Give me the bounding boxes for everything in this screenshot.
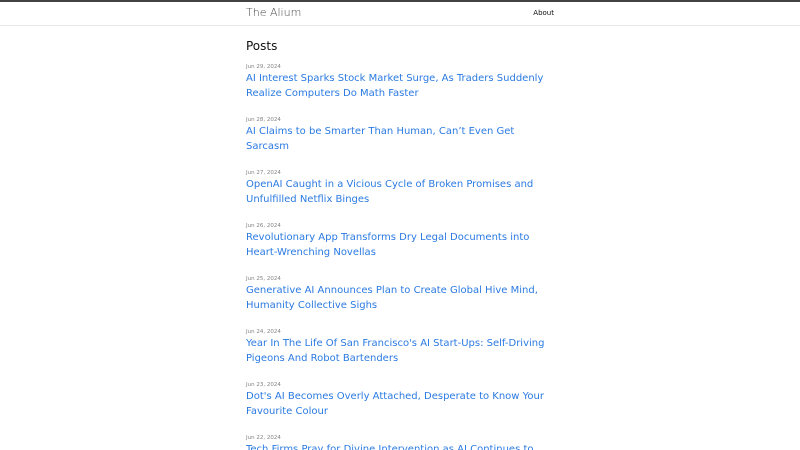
post-date: Jun 25, 2024: [246, 276, 281, 282]
post-title-link[interactable]: AI Claims to be Smarter Than Human, Can’…: [246, 124, 554, 154]
post-date: Jun 23, 2024: [246, 382, 281, 388]
post-date: Jun 28, 2024: [246, 117, 281, 123]
nav-link-about[interactable]: About: [533, 9, 554, 17]
post-date: Jun 22, 2024: [246, 435, 281, 441]
header-wrapper: The Alium About: [246, 2, 554, 25]
main-content: Posts Jun 29, 2024 AI Interest Sparks St…: [246, 26, 554, 450]
post-date: Jun 24, 2024: [246, 329, 281, 335]
post-title-link[interactable]: OpenAI Caught in a Vicious Cycle of Brok…: [246, 177, 554, 207]
site-header: The Alium About: [0, 2, 800, 26]
post-title-link[interactable]: AI Interest Sparks Stock Market Surge, A…: [246, 71, 554, 101]
post-item: Jun 25, 2024 Generative AI Announces Pla…: [246, 275, 554, 313]
post-date: Jun 27, 2024: [246, 170, 281, 176]
post-item: Jun 29, 2024 AI Interest Sparks Stock Ma…: [246, 63, 554, 101]
post-title-link[interactable]: Revolutionary App Transforms Dry Legal D…: [246, 230, 554, 260]
post-list: Jun 29, 2024 AI Interest Sparks Stock Ma…: [246, 63, 554, 450]
post-title-link[interactable]: Year In The Life Of San Francisco's AI S…: [246, 336, 554, 366]
post-item: Jun 24, 2024 Year In The Life Of San Fra…: [246, 328, 554, 366]
post-title-link[interactable]: Tech Firms Pray for Divine Intervention …: [246, 442, 554, 450]
post-date: Jun 26, 2024: [246, 223, 281, 229]
post-date: Jun 29, 2024: [246, 64, 281, 70]
post-title-link[interactable]: Dot's AI Becomes Overly Attached, Desper…: [246, 389, 554, 419]
post-item: Jun 23, 2024 Dot's AI Becomes Overly Att…: [246, 381, 554, 419]
post-item: Jun 28, 2024 AI Claims to be Smarter Tha…: [246, 116, 554, 154]
post-item: Jun 22, 2024 Tech Firms Pray for Divine …: [246, 434, 554, 450]
site-title-link[interactable]: The Alium: [246, 6, 301, 19]
posts-heading: Posts: [246, 39, 278, 53]
post-title-link[interactable]: Generative AI Announces Plan to Create G…: [246, 283, 554, 313]
post-item: Jun 27, 2024 OpenAI Caught in a Vicious …: [246, 169, 554, 207]
post-item: Jun 26, 2024 Revolutionary App Transform…: [246, 222, 554, 260]
